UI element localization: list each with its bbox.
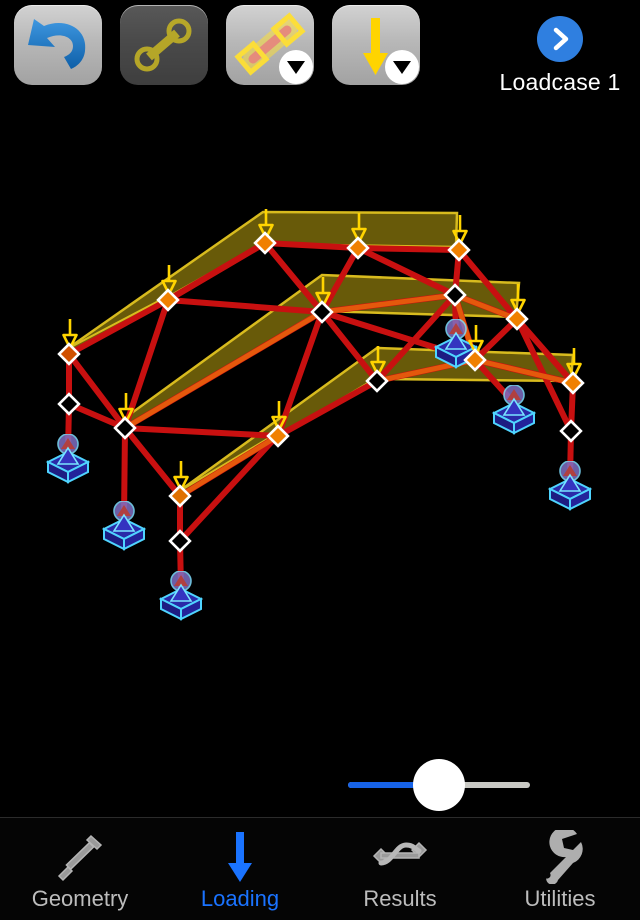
support-icon — [549, 461, 591, 510]
slider-fill — [348, 782, 421, 788]
tab-utilities-label: Utilities — [524, 886, 596, 911]
chevron-down-icon[interactable] — [279, 50, 313, 84]
load-button[interactable] — [332, 5, 420, 85]
tab-loading[interactable]: Loading — [160, 818, 320, 920]
tab-results-label: Results — [363, 886, 437, 911]
model-viewport[interactable] — [0, 110, 640, 818]
tab-geometry-label: Geometry — [31, 886, 129, 911]
top-toolbar: Loadcase 1 — [0, 0, 640, 110]
member-bar-icon — [51, 830, 109, 884]
chevron-down-icon[interactable] — [385, 50, 419, 84]
edit-member-button[interactable] — [226, 5, 314, 85]
structural-model — [47, 207, 591, 620]
zoom-slider[interactable] — [348, 755, 530, 815]
support-icon — [103, 501, 145, 550]
undo-arrow-icon — [28, 19, 86, 69]
chevron-right-icon — [553, 27, 569, 51]
support-icon — [493, 385, 535, 434]
support-icon — [47, 434, 89, 483]
undo-button[interactable] — [14, 5, 102, 85]
member-icon — [134, 18, 192, 72]
tab-utilities[interactable]: Utilities — [480, 818, 640, 920]
tab-geometry[interactable]: Geometry — [0, 818, 160, 920]
loadcase-control: Loadcase 1 — [480, 16, 640, 96]
loadcase-next-button[interactable] — [537, 16, 583, 62]
down-arrow-icon — [217, 830, 263, 884]
deflection-icon — [370, 830, 430, 884]
member-button[interactable] — [120, 5, 208, 85]
support-icon — [160, 571, 202, 620]
slider-thumb[interactable] — [413, 759, 465, 811]
wrench-icon — [533, 830, 587, 884]
tab-loading-label: Loading — [200, 886, 280, 911]
bottom-tab-bar: Geometry Loading Results Utilities — [0, 817, 640, 920]
tab-results[interactable]: Results — [320, 818, 480, 920]
loadcase-label: Loadcase 1 — [499, 69, 621, 95]
